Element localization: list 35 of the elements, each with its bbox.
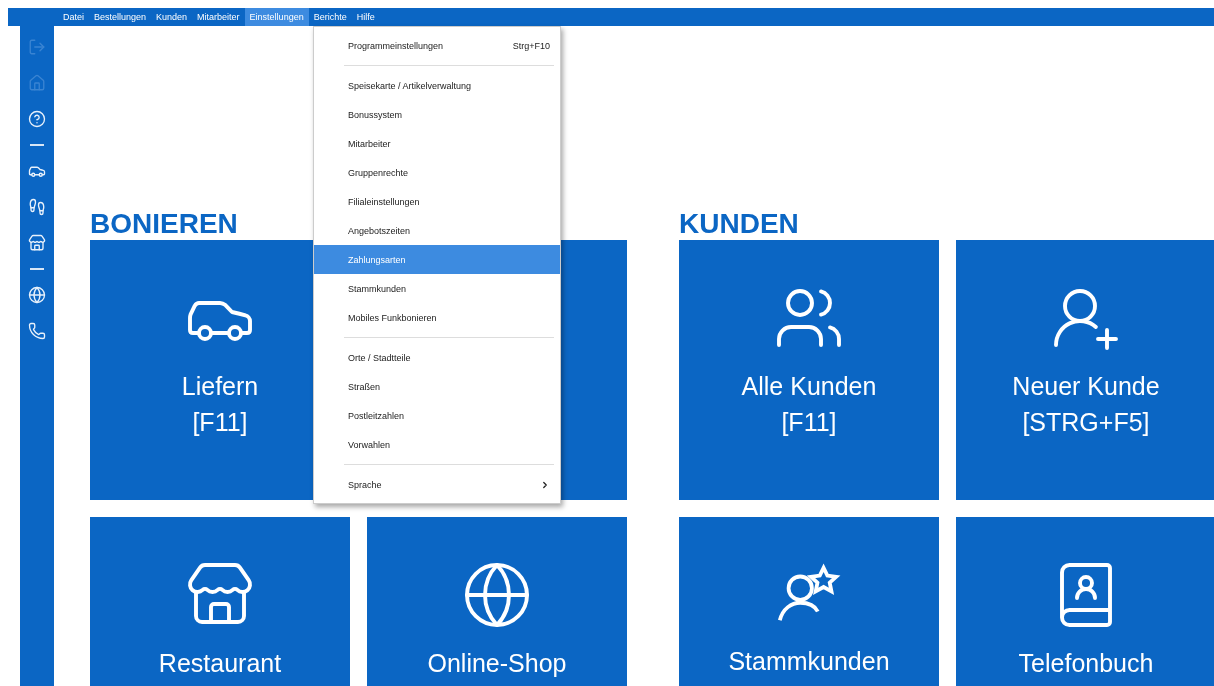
section-heading: BONIEREN bbox=[90, 208, 238, 240]
phone-icon bbox=[28, 322, 46, 340]
menu-item[interactable]: Kunden bbox=[151, 8, 193, 26]
tile[interactable]: Online-Shop bbox=[367, 517, 627, 686]
tile[interactable]: Telefonbuch bbox=[956, 517, 1214, 686]
sidebar-button[interactable] bbox=[26, 108, 48, 130]
sidebar-button[interactable] bbox=[26, 320, 48, 342]
sidebar-button[interactable] bbox=[26, 284, 48, 306]
logout-icon bbox=[28, 38, 46, 56]
menu-item[interactable]: Bestellungen bbox=[89, 8, 152, 26]
globe-icon bbox=[28, 286, 46, 304]
menu-item[interactable]: Einstellungen bbox=[244, 8, 309, 26]
tile[interactable]: Alle Kunden [F11] bbox=[679, 240, 939, 500]
menu-option[interactable]: Mitarbeiter bbox=[314, 129, 560, 158]
tile[interactable]: Stammkunden bbox=[679, 517, 939, 686]
menu-option[interactable]: Speisekarte / Artikelverwaltung bbox=[314, 71, 560, 100]
menu-item[interactable]: Mitarbeiter bbox=[192, 8, 245, 26]
menu-option[interactable]: Zahlungsarten bbox=[314, 245, 560, 274]
menu-option[interactable]: Programmeinstellungen Strg+F10 bbox=[314, 31, 560, 60]
tile[interactable]: Neuer Kunde [STRG+F5] bbox=[956, 240, 1214, 500]
menu-item[interactable]: Datei bbox=[58, 8, 89, 26]
menu-option[interactable]: Gruppenrechte bbox=[314, 158, 560, 187]
store-icon bbox=[28, 234, 46, 252]
menu-item[interactable]: Hilfe bbox=[351, 8, 380, 26]
home-icon bbox=[28, 74, 46, 92]
menu-option[interactable]: Bonussystem bbox=[314, 100, 560, 129]
menu-item[interactable]: Berichte bbox=[308, 8, 352, 26]
sidebar-divider bbox=[30, 268, 44, 270]
shortcut-text: Strg+F10 bbox=[512, 40, 550, 51]
sidebar-divider bbox=[30, 144, 44, 146]
tile[interactable]: Restaurant bbox=[90, 517, 350, 686]
section-heading: KUNDEN bbox=[679, 208, 799, 240]
menu-option[interactable]: Filialeinstellungen bbox=[314, 187, 560, 216]
help-icon bbox=[28, 110, 46, 128]
footprints-icon bbox=[28, 198, 46, 216]
